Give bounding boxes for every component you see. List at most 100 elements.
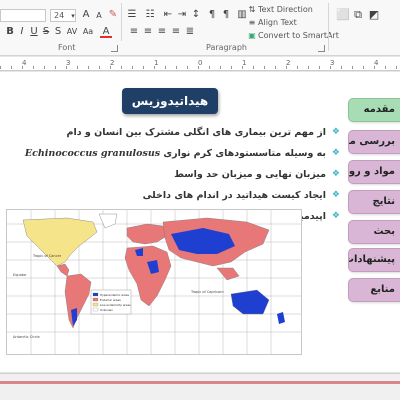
bullet-marker-icon: ❖ xyxy=(331,148,340,158)
ruler-tick xyxy=(264,66,265,69)
antarctic-circle-label: Antarctic Circle xyxy=(13,335,40,339)
bullet-marker-icon: ❖ xyxy=(331,211,340,221)
tropic-of-cancer-label: Tropic of Cancer xyxy=(32,254,62,258)
nav-button-references[interactable]: منابع xyxy=(348,278,400,302)
align-center-icon[interactable]: ≡ xyxy=(142,26,154,38)
ruler-tick xyxy=(165,66,166,69)
ltr-direction-icon[interactable]: ¶ xyxy=(220,9,232,21)
grow-font-icon[interactable]: A xyxy=(80,9,92,21)
change-case-icon[interactable]: Aa xyxy=(82,26,94,38)
ruler-tick xyxy=(110,66,111,69)
font-size-value: 24 xyxy=(54,11,65,20)
align-text-icon[interactable]: ≡ xyxy=(246,17,258,29)
ruler-tick xyxy=(143,66,144,69)
ruler-tick xyxy=(88,66,89,69)
ruler-tick xyxy=(209,66,210,69)
bullet-marker-icon: ❖ xyxy=(331,190,340,200)
ruler-tick xyxy=(22,66,23,69)
text-direction-button[interactable]: Text Direction xyxy=(258,4,313,16)
paragraph-dialog-launcher-icon[interactable] xyxy=(318,45,325,52)
bullet-latin-name: Echinococcus granulosus xyxy=(24,148,161,159)
nav-button-methods[interactable]: مواد و روشها xyxy=(348,160,400,184)
increase-indent-icon[interactable]: ⇥ xyxy=(176,9,188,21)
nav-button-label: مواد و روشها xyxy=(348,166,395,177)
quick-styles-icon[interactable]: ◩ xyxy=(368,9,380,21)
char-spacing-icon[interactable]: AV xyxy=(66,26,78,38)
ruler-tick xyxy=(286,66,287,69)
nav-button-label: منابع xyxy=(370,284,395,295)
justify-icon[interactable]: ≡ xyxy=(170,26,182,38)
map-legend: Hyperendemic areas Endemic areas Low end… xyxy=(90,289,132,315)
rtl-direction-icon[interactable]: ¶ xyxy=(206,9,218,21)
ruler-tick xyxy=(253,66,254,69)
legend-label-low: Low endemicity areas xyxy=(100,303,131,307)
text-direction-icon[interactable]: ⇅ xyxy=(246,4,258,16)
ruler-tick xyxy=(385,66,386,69)
bullet-item: ❖ از مهم ترین بیماری های انگلی مشترک بین… xyxy=(67,122,340,143)
ruler-tick xyxy=(242,66,243,69)
ruler-tick xyxy=(33,66,34,69)
legend-swatch-unknown xyxy=(92,307,99,312)
nav-button-label: نتایج xyxy=(372,196,395,207)
decrease-indent-icon[interactable]: ⇤ xyxy=(162,9,174,21)
nav-button-suggestions[interactable]: پیشنهادات xyxy=(348,248,400,272)
align-text-button[interactable]: Align Text xyxy=(258,17,297,29)
bullets-icon[interactable]: ☰ xyxy=(126,9,138,21)
ruler-tick xyxy=(154,66,155,69)
nav-button-introduction[interactable]: مقدمه xyxy=(348,98,400,122)
nav-button-discussion[interactable]: بحث xyxy=(348,220,400,244)
slide-canvas[interactable]: هیداتیدوزیس ❖ از مهم ترین بیماری های انگ… xyxy=(0,72,400,372)
bullet-text: به وسیله متاسستودهای کرم نواری xyxy=(163,148,326,159)
nav-button-label: بحث xyxy=(373,226,395,237)
drawing-shapes-icon[interactable]: ⬜ xyxy=(336,9,350,21)
bullet-item: ❖ میزبان نهایی و میزبان حد واسط xyxy=(78,164,340,185)
equator-label: Equator xyxy=(13,273,27,277)
bullet-marker-icon: ❖ xyxy=(331,127,340,137)
bullet-text: ایجاد کیست هیداتید در اندام های داخلی xyxy=(142,190,326,201)
shadow-icon[interactable]: S xyxy=(52,26,64,38)
numbering-icon[interactable]: ☷ xyxy=(144,9,156,21)
bullet-marker-icon: ❖ xyxy=(331,169,340,179)
ruler-tick xyxy=(231,66,232,69)
notes-divider-line xyxy=(0,381,400,384)
underline-icon[interactable]: U xyxy=(28,26,40,38)
arrange-icon[interactable]: ⧉ xyxy=(352,9,364,21)
font-size-dropdown-icon[interactable]: ▾ xyxy=(67,10,79,22)
notes-pane[interactable] xyxy=(0,373,400,400)
ribbon: 24 ▾ A A ✎ ☰ ☷ ⇤ ⇥ ↕ ¶ ¶ ▥ ⇅ Text Direct… xyxy=(0,0,400,56)
nav-button-label: پیشنهادات xyxy=(348,254,395,265)
font-name-box[interactable] xyxy=(0,9,46,22)
ruler-tick xyxy=(341,66,342,69)
ruler-tick xyxy=(77,66,78,69)
strikethrough-icon[interactable]: S xyxy=(40,26,52,38)
group-separator xyxy=(121,3,122,41)
shrink-font-icon[interactable]: A xyxy=(93,10,105,22)
nav-button-results[interactable]: نتایج xyxy=(348,190,400,214)
convert-smartart-button[interactable]: Convert to SmartArt xyxy=(258,30,339,42)
italic-icon[interactable]: I xyxy=(16,26,28,38)
align-right-icon[interactable]: ≡ xyxy=(156,26,168,38)
legend-swatch-low xyxy=(92,302,99,307)
distributed-icon[interactable]: ≣ xyxy=(184,26,196,38)
ruler-tick xyxy=(319,66,320,69)
font-color-icon[interactable]: A xyxy=(100,26,112,38)
nav-button-literature-review[interactable]: بررسی منابع xyxy=(348,130,400,154)
ruler-tick xyxy=(363,66,364,69)
slide-title[interactable]: هیداتیدوزیس xyxy=(122,88,218,114)
ruler-tick xyxy=(275,66,276,69)
world-map-image: Tropic of Cancer Equator Tropic of Capri… xyxy=(6,209,302,355)
legend-swatch-endemic xyxy=(92,297,99,302)
font-dialog-launcher-icon[interactable] xyxy=(111,45,118,52)
bold-icon[interactable]: B xyxy=(4,26,16,38)
horizontal-ruler[interactable]: 432101234 xyxy=(0,57,400,71)
ruler-tick xyxy=(176,66,177,69)
ruler-tick xyxy=(132,66,133,69)
align-left-icon[interactable]: ≡ xyxy=(128,26,140,38)
font-group-label: Font xyxy=(58,43,76,52)
ruler-tick xyxy=(66,66,67,69)
line-spacing-icon[interactable]: ↕ xyxy=(190,9,202,21)
clear-formatting-icon[interactable]: ✎ xyxy=(107,9,119,21)
ruler-tick xyxy=(220,66,221,69)
smartart-icon[interactable]: ▣ xyxy=(246,30,258,42)
legend-label-hyperendemic: Hyperendemic areas xyxy=(100,293,129,297)
